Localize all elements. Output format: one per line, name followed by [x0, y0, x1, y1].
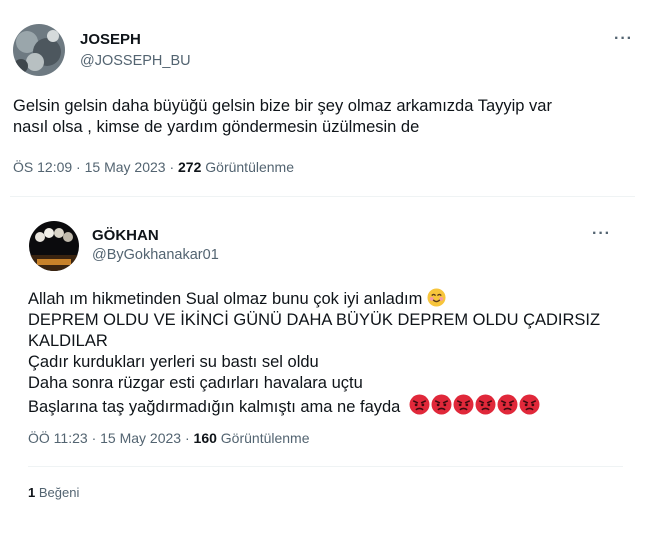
tweet-text-line: Allah ım hikmetinden Sual olmaz bunu çok… [28, 288, 648, 310]
tweet-text-line: Gelsin gelsin daha büyüğü gelsin bize bi… [13, 97, 552, 115]
avatar[interactable] [29, 221, 79, 271]
divider [10, 196, 635, 197]
tweet-text-segment: Allah ım hikmetinden Sual olmaz bunu çok… [28, 290, 423, 308]
tweet-text-segment: Başlarına taş yağdırmadığın kalmıştı ama… [28, 398, 401, 416]
avatar[interactable] [13, 24, 65, 76]
angry-face-emoji-icon [409, 394, 430, 415]
more-options-icon[interactable]: ··· [592, 225, 611, 243]
avatar-image [29, 221, 79, 271]
timestamp[interactable]: ÖÖ 11:23 [28, 430, 88, 446]
angry-face-emoji-icon [453, 394, 474, 415]
angry-emoji-row [405, 394, 540, 416]
views-count: 272 [178, 159, 202, 175]
angry-face-emoji-icon [497, 394, 518, 415]
username-handle[interactable]: @JOSSEPH_BU [80, 53, 191, 69]
date[interactable]: 15 May 2023 [85, 159, 166, 175]
display-name[interactable]: GÖKHAN [92, 227, 159, 244]
meta-separator: · [184, 430, 190, 446]
meta-separator: · [91, 430, 97, 446]
tweet-meta: ÖS 12:09 · 15 May 2023 · 272 Görüntülenm… [13, 159, 294, 175]
tweet-text: Allah ım hikmetinden Sual olmaz bunu çok… [28, 288, 648, 418]
tweet-text-line: Başlarına taş yağdırmadığın kalmıştı ama… [28, 394, 648, 418]
views-count: 160 [193, 430, 217, 446]
timestamp[interactable]: ÖS 12:09 [13, 159, 72, 175]
tweet-text: Gelsin gelsin daha büyüğü gelsin bize bi… [13, 96, 653, 138]
likes-label: Beğeni [38, 485, 80, 500]
tweet-text-line: nasıl olsa , kimse de yardım göndermesin… [13, 118, 420, 136]
tweet-text-line: Daha sonra rüzgar esti çadırları havalar… [28, 374, 363, 392]
tweet-meta: ÖÖ 11:23 · 15 May 2023 · 160 Görüntülenm… [28, 430, 310, 446]
likes-stat[interactable]: 1 Beğeni [28, 485, 79, 500]
more-options-icon[interactable]: ··· [614, 30, 633, 48]
meta-separator: · [169, 159, 175, 175]
angry-face-emoji-icon [519, 394, 540, 415]
display-name[interactable]: JOSEPH [80, 31, 141, 48]
tweet-text-line: DEPREM OLDU VE İKİNCİ GÜNÜ DAHA BÜYÜK DE… [28, 311, 601, 329]
angry-face-emoji-icon [475, 394, 496, 415]
views-label: Görüntülenme [205, 159, 294, 175]
meta-separator: · [76, 159, 81, 175]
tweet-text-line: Çadır kurdukları yerleri su bastı sel ol… [28, 353, 319, 371]
likes-count: 1 [28, 485, 36, 500]
avatar-image [13, 24, 65, 76]
divider [28, 466, 623, 467]
angry-face-emoji-icon [431, 394, 452, 415]
tweet-text-line: KALDILAR [28, 332, 108, 350]
smiling-face-emoji-icon [427, 288, 446, 307]
views-label: Görüntülenme [220, 430, 310, 446]
username-handle[interactable]: @ByGokhanakar01 [92, 247, 219, 263]
date[interactable]: 15 May 2023 [100, 430, 181, 446]
